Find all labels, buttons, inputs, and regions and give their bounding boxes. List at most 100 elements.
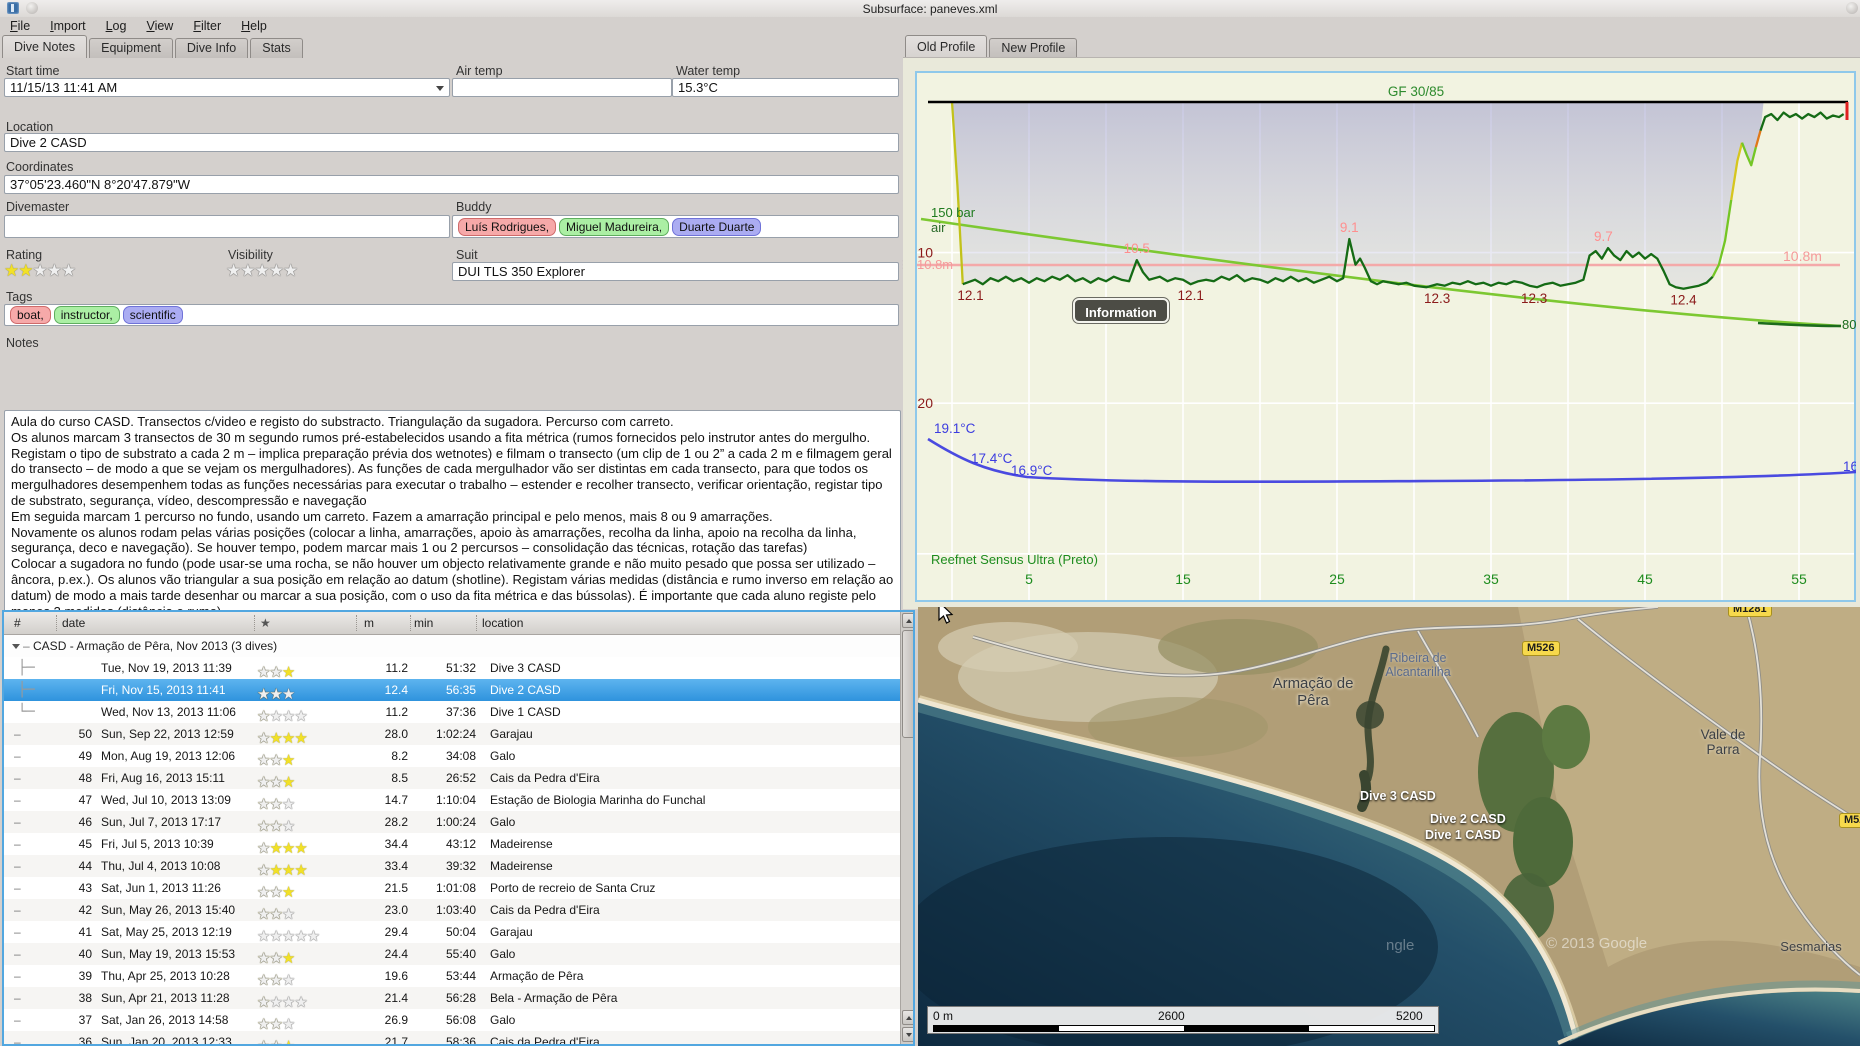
dive-row[interactable]: –44 Thu, Jul 4, 2013 10:08 ★★★★ ★ 33.4 39:32 M… — [4, 855, 913, 879]
dive-site-map[interactable]: Armação de Pêra Ribeira de Alcantarilha … — [918, 607, 1860, 1046]
menu-import[interactable]: Import — [40, 18, 95, 34]
dive-profile-panel: GF 30/85 150 bar air 80 10.8m 10.8m Reef… — [903, 57, 1860, 612]
svg-text:19.1°C: 19.1°C — [934, 421, 976, 436]
tag-chip[interactable]: boat, — [10, 306, 51, 324]
dive-duration: 39:32 — [445, 859, 476, 873]
dive-depth: 28.0 — [384, 727, 408, 741]
dive-date: Thu, Jul 4, 2013 10:08 — [101, 859, 221, 873]
trip-group-row[interactable]: – CASD - Armação de Pêra, Nov 2013 (3 di… — [4, 635, 913, 657]
gas-label: air — [931, 220, 946, 235]
buddy-chip[interactable]: Luís Rodrigues, — [458, 217, 557, 236]
dive-row[interactable]: –40 Sun, May 19, 2013 15:53 ★★★ ★★ 24.4 55:40… — [4, 943, 913, 967]
dive-date: Wed, Nov 13, 2013 11:06 — [101, 705, 236, 719]
profile-tab-bar: Old Profile New Profile — [905, 35, 1079, 58]
dive-row[interactable]: –45 Fri, Jul 5, 2013 10:39 ★★★★ ★ 34.4 43:12 M… — [4, 833, 913, 857]
location-field[interactable]: Dive 2 CASD — [4, 133, 899, 152]
dive-row[interactable]: –43 Sat, Jun 1, 2013 11:26 ★★★ ★★ 21.5 1:01:0… — [4, 877, 913, 901]
dive-row[interactable]: –41 Sat, May 25, 2013 12:19 ★★★★★ 29.4 50:04… — [4, 921, 913, 945]
dive-rows: ├─ Tue, Nov 19, 2013 11:39 ★★★ ★★ 11.2 51:32 D… — [4, 657, 913, 1046]
pressure-end-label: 80 — [1842, 317, 1856, 332]
dive-row[interactable]: –47 Wed, Jul 10, 2013 13:09 ★★ ★★★ 14.7 1:10:… — [4, 789, 913, 813]
scrollbar-thumb[interactable] — [902, 630, 913, 738]
tag-chip[interactable]: instructor, — [53, 306, 120, 324]
menu-help[interactable]: Help — [231, 18, 277, 34]
dive-site-label-3: Dive 3 CASD — [1360, 789, 1436, 803]
buddy-field[interactable]: Luís Rodrigues, Miguel Madureira, Duarte… — [452, 215, 899, 238]
dive-row[interactable]: –39 Thu, Apr 25, 2013 10:28 ★★ ★★★ 19.6 53:44… — [4, 965, 913, 989]
rating-label: Rating — [6, 248, 43, 262]
dive-row[interactable]: –46 Sun, Jul 7, 2013 17:17 ★★ ★★★ 28.2 1:00:2… — [4, 811, 913, 835]
information-button[interactable]: Information — [1072, 297, 1170, 324]
buddy-chip[interactable]: Duarte Duarte — [672, 217, 762, 236]
dive-location: Cais da Pedra d'Eira — [490, 771, 600, 785]
dive-duration: 56:35 — [445, 683, 476, 697]
tab-equipment[interactable]: Equipment — [89, 38, 173, 58]
dive-row[interactable]: –42 Sun, May 26, 2013 15:40 ★★ ★★★ 23.0 1:03:… — [4, 899, 913, 923]
dive-duration: 1:03:40 — [435, 903, 476, 917]
tree-branch: – — [14, 991, 21, 1005]
dive-row[interactable]: –38 Sun, Apr 21, 2013 11:28 ★ ★★★★ 21.4 56:28… — [4, 987, 913, 1011]
dive-site-label-2: Dive 2 CASD — [1430, 812, 1506, 826]
coordinates-field[interactable]: 37°05'23.460"N 8°20'47.879"W — [4, 175, 899, 194]
dive-duration: 53:44 — [445, 969, 476, 983]
dive-location: Dive 1 CASD — [490, 705, 561, 719]
dive-depth: 21.7 — [384, 1035, 408, 1046]
tag-chip[interactable]: scientific — [122, 306, 183, 324]
dive-depth: 8.2 — [391, 749, 408, 763]
dive-location: Garajau — [490, 925, 533, 939]
air-temp-field[interactable] — [452, 78, 672, 97]
water-temp-label: Water temp — [676, 64, 741, 78]
tab-dive-info[interactable]: Dive Info — [174, 38, 249, 58]
svg-text:55: 55 — [1791, 571, 1807, 587]
svg-text:5: 5 — [1025, 571, 1033, 587]
dive-profile-chart: GF 30/85 150 bar air 80 10.8m 10.8m Reef… — [915, 71, 1856, 602]
tree-branch: – — [14, 881, 21, 895]
dive-location: Porto de recreio de Santa Cruz — [490, 881, 656, 895]
dive-location: Galo — [490, 815, 516, 829]
dive-row[interactable]: ├─ Tue, Nov 19, 2013 11:39 ★★★ ★★ 11.2 51:32 D… — [4, 657, 913, 681]
dive-location: Madeirense — [490, 859, 553, 873]
suit-field[interactable]: DUI TLS 350 Explorer — [452, 262, 899, 281]
tab-stats[interactable]: Stats — [250, 38, 303, 58]
dive-row[interactable]: └─ Wed, Nov 13, 2013 11:06 ★ ★★★★ 11.2 37:36 D… — [4, 701, 913, 725]
visibility-stars[interactable]: ★★★★★ — [226, 262, 298, 279]
dive-date: Sat, May 25, 2013 12:19 — [101, 925, 232, 939]
buddy-chip[interactable]: Miguel Madureira, — [559, 217, 670, 236]
menu-file[interactable]: File — [0, 18, 40, 34]
rating-stars[interactable]: ★★★★★ — [4, 262, 76, 279]
dive-depth: 26.9 — [384, 1013, 408, 1027]
title-bar: Subsurface: paneves.xml — [0, 0, 1860, 17]
start-time-combo[interactable]: 11/15/13 11:41 AM — [4, 78, 450, 97]
dive-duration: 37:36 — [445, 705, 476, 719]
dive-list-header[interactable]: # date ★ m min location — [4, 612, 913, 635]
tab-dive-notes[interactable]: Dive Notes — [2, 35, 88, 58]
dive-row[interactable]: –36Sun, Jan 20, 2013 12:33★★★★★21.758:36… — [4, 1031, 913, 1046]
menu-filter[interactable]: Filter — [183, 18, 231, 34]
dive-location: Galo — [490, 947, 516, 961]
dive-row[interactable]: –50 Sun, Sep 22, 2013 12:59 ★★★★ ★ 28.0 1:02:… — [4, 723, 913, 747]
dive-depth: 21.4 — [384, 991, 408, 1005]
dive-row[interactable]: –49 Mon, Aug 19, 2013 12:06 ★★★ ★★ 8.2 34:08 G… — [4, 745, 913, 769]
dive-duration: 1:02:24 — [435, 727, 476, 741]
svg-text:45: 45 — [1637, 571, 1653, 587]
dive-row[interactable]: ├─ Fri, Nov 15, 2013 11:41 ★★ ★★★ 12.4 56:35 D… — [4, 679, 913, 703]
dive-list-scrollbar[interactable] — [900, 612, 913, 1044]
tree-branch: – — [14, 969, 21, 983]
tree-branch: – — [14, 1013, 21, 1027]
dive-duration: 1:01:08 — [435, 881, 476, 895]
water-temp-field[interactable]: 15.3°C — [672, 78, 899, 97]
menu-log[interactable]: Log — [96, 18, 137, 34]
dive-date: Mon, Aug 19, 2013 12:06 — [101, 749, 236, 763]
dive-row[interactable]: –37 Sat, Jan 26, 2013 14:58 ★★ ★★★ 26.9 56:08… — [4, 1009, 913, 1033]
dive-location: Dive 3 CASD — [490, 661, 561, 675]
menu-view[interactable]: View — [136, 18, 183, 34]
tree-branch: ├─ — [18, 682, 35, 698]
tab-old-profile[interactable]: Old Profile — [905, 35, 988, 58]
tags-field[interactable]: boat, instructor, scientific — [4, 304, 899, 326]
divemaster-field[interactable] — [4, 215, 450, 238]
dive-row[interactable]: –48 Fri, Aug 16, 2013 15:11 ★★★ ★★ 8.5 26:52 C… — [4, 767, 913, 791]
map-copyright: © 2013 Google — [1546, 935, 1648, 952]
tab-new-profile[interactable]: New Profile — [989, 38, 1078, 58]
tags-label: Tags — [6, 290, 33, 304]
dive-depth: 24.4 — [384, 947, 408, 961]
